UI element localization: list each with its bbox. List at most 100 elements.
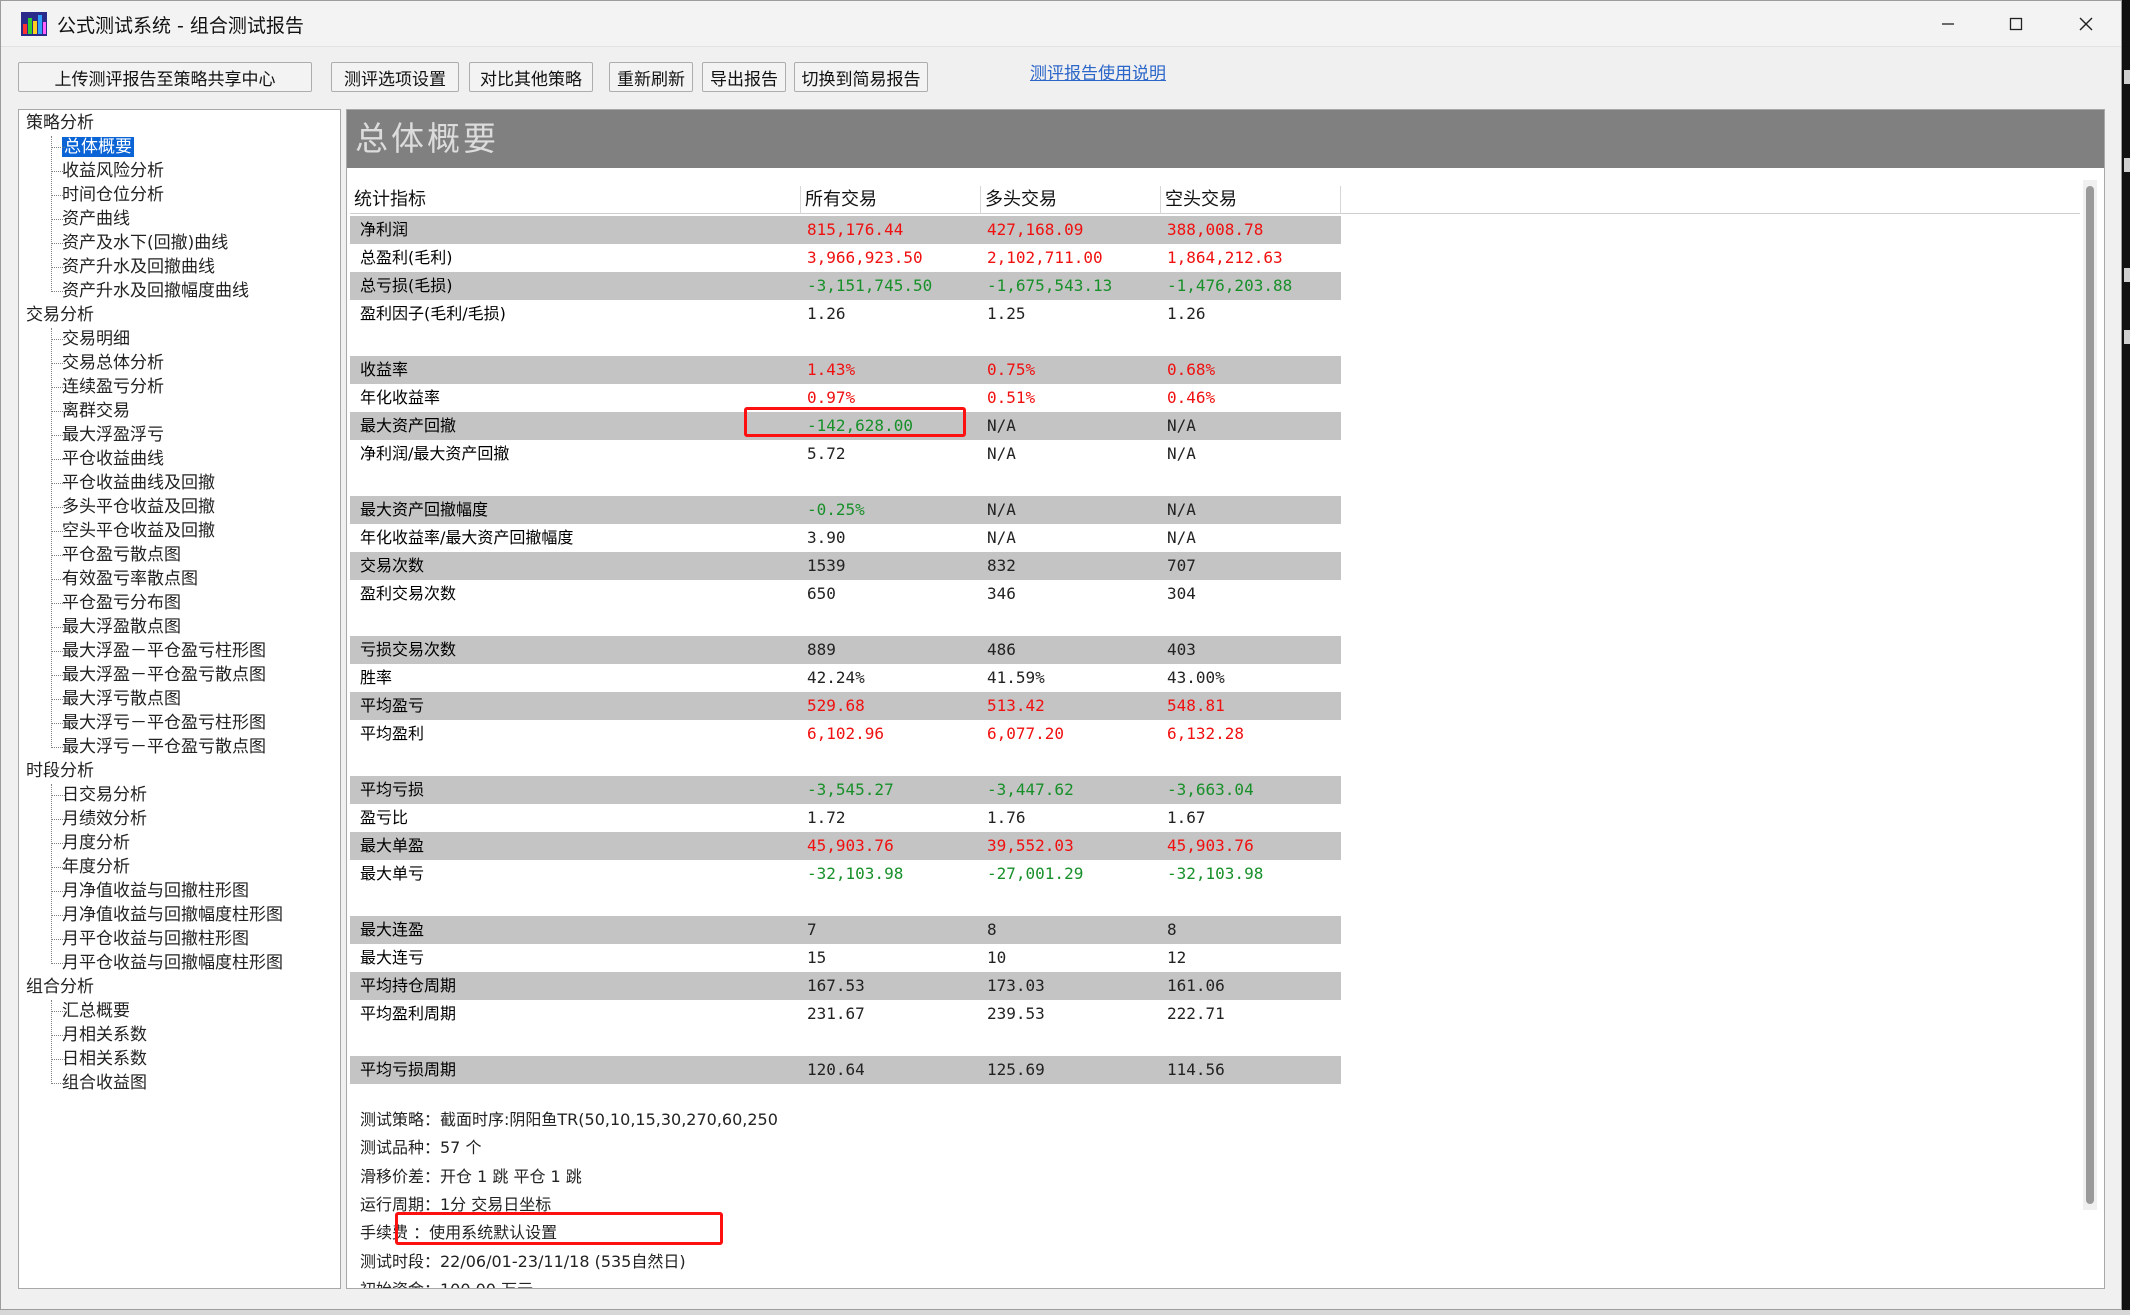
tree-group-3[interactable]: 组合分析 [26, 976, 94, 998]
stats-row: 亏损交易次数 889 486 403 [350, 636, 1341, 664]
test-options-button[interactable]: 测评选项设置 [331, 62, 459, 92]
stats-row: 平均盈亏 529.68 513.42 548.81 [350, 692, 1341, 720]
report-header-bar: 总体概要 [347, 110, 2104, 168]
tree-connector [51, 603, 65, 604]
stat-name: 最大资产回撤 [360, 416, 457, 435]
tree-connector [51, 219, 65, 220]
tree-item[interactable]: 空头平仓收益及回撤 [44, 520, 215, 542]
tree-item[interactable]: 资产升水及回撤幅度曲线 [44, 280, 249, 302]
tree-connector [51, 843, 65, 844]
stat-value-short: 0.46% [1167, 388, 1216, 407]
tree-item[interactable]: 月净值收益与回撤柱形图 [44, 880, 249, 902]
stats-row: 年化收益率/最大资产回撤幅度 3.90 N/A N/A [350, 524, 1341, 552]
stat-value-short: 0.68% [1167, 360, 1216, 379]
stat-value-long: N/A [987, 528, 1016, 547]
tree-item-label: 离群交易 [62, 401, 130, 421]
tree-group-0[interactable]: 策略分析 [26, 112, 94, 134]
compare-strategy-button[interactable]: 对比其他策略 [469, 62, 593, 92]
report-help-link[interactable]: 测评报告使用说明 [1030, 59, 1166, 84]
window-title: 公式测试系统 - 组合测试报告 [57, 15, 304, 37]
tree-item-label: 多头平仓收益及回撤 [62, 497, 215, 517]
stat-value-short: N/A [1167, 416, 1196, 435]
stat-name: 最大资产回撤幅度 [360, 500, 489, 519]
report-window: 公式测试系统 - 组合测试报告 上传测评报告至策略共享中心 测评选项设置 对比其… [0, 0, 2122, 1310]
maximize-button[interactable] [1985, 7, 2047, 41]
close-button[interactable] [2055, 7, 2117, 41]
stat-value-long: 2,102,711.00 [987, 248, 1103, 267]
tree-item-label: 总体概要 [62, 137, 134, 157]
tree-connector [51, 867, 65, 868]
stat-value-long: 486 [987, 640, 1016, 659]
stat-value-short: 707 [1167, 556, 1196, 575]
stat-name: 最大单盈 [360, 836, 425, 855]
upload-report-button[interactable]: 上传测评报告至策略共享中心 [18, 62, 312, 92]
stat-value-short: -3,663.04 [1167, 780, 1254, 799]
tree-connector [51, 579, 65, 580]
stat-value-long: 125.69 [987, 1060, 1045, 1079]
report-scrollbar[interactable] [2083, 180, 2097, 1210]
tree-item[interactable]: 月平仓收益与回撤幅度柱形图 [44, 952, 283, 974]
switch-simple-report-button[interactable]: 切换到简易报告 [794, 62, 928, 92]
stat-value-long: 1.76 [987, 808, 1026, 827]
stat-value-all: -3,151,745.50 [807, 276, 933, 295]
stat-name: 盈利因子(毛利/毛损) [360, 304, 506, 323]
tree-item[interactable]: 平仓收益曲线及回撤 [44, 472, 215, 494]
stats-row: 平均持仓周期 167.53 173.03 161.06 [350, 972, 1341, 1000]
export-report-button[interactable]: 导出报告 [702, 62, 786, 92]
tree-item[interactable]: 资产及水下(回撤)曲线 [44, 232, 228, 254]
tree-connector [51, 147, 65, 148]
tree-item[interactable]: 资产升水及回撤曲线 [44, 256, 215, 278]
tree-item[interactable]: 有效盈亏率散点图 [44, 568, 198, 590]
stat-value-all: 889 [807, 640, 836, 659]
tree-connector [51, 195, 65, 196]
tree-group-2[interactable]: 时段分析 [26, 760, 94, 782]
tree-item[interactable]: 月净值收益与回撤幅度柱形图 [44, 904, 283, 926]
tree-item[interactable]: 最大浮盈－平仓盈亏散点图 [44, 664, 266, 686]
stat-value-all: 7 [807, 920, 817, 939]
stat-value-all: 5.72 [807, 444, 846, 463]
stat-name: 净利润 [360, 220, 409, 239]
tree-connector [51, 627, 65, 628]
stat-name: 交易次数 [360, 556, 425, 575]
stats-row: 最大资产回撤幅度 -0.25% N/A N/A [350, 496, 1341, 524]
tree-item-label: 月绩效分析 [62, 809, 147, 829]
header-long-trades: 多头交易 [981, 186, 1161, 214]
tree-item[interactable]: 最大浮亏－平仓盈亏柱形图 [44, 712, 266, 734]
tree-item[interactable]: 多头平仓收益及回撤 [44, 496, 215, 518]
stat-value-all: 42.24% [807, 668, 865, 687]
tree-group-1[interactable]: 交易分析 [26, 304, 94, 326]
tree-connector [51, 387, 65, 388]
stat-name: 胜率 [360, 668, 393, 687]
stat-value-short: 114.56 [1167, 1060, 1225, 1079]
stats-table-header: 统计指标 所有交易 多头交易 空头交易 [350, 186, 2080, 214]
tree-connector [51, 819, 65, 820]
tree-connector [51, 531, 65, 532]
stat-name: 总亏损(毛损) [360, 276, 453, 295]
analysis-tree: 策略分析 总体概要 收益风险分析 时间仓位分析 资产曲线 资产及水下(回撤)曲线 资产升水及… [18, 109, 341, 1289]
report-panel: 总体概要 统计指标 所有交易 多头交易 空头交易 净利润 815,176.44 42… [346, 109, 2105, 1289]
refresh-button[interactable]: 重新刷新 [609, 62, 693, 92]
stat-value-all: 45,903.76 [807, 836, 894, 855]
minimize-button[interactable] [1917, 7, 1979, 41]
tree-item-label: 最大浮盈浮亏 [62, 425, 164, 445]
tree-item-label: 年度分析 [62, 857, 130, 877]
stat-value-long: 0.75% [987, 360, 1036, 379]
stats-row: 净利润 815,176.44 427,168.09 388,008.78 [350, 216, 1341, 244]
tree-item[interactable]: 最大浮盈－平仓盈亏柱形图 [44, 640, 266, 662]
tree-item-label: 月平仓收益与回撤柱形图 [62, 929, 249, 949]
tree-item[interactable]: 月平仓收益与回撤柱形图 [44, 928, 249, 950]
stat-name: 收益率 [360, 360, 409, 379]
stat-name: 最大连亏 [360, 948, 425, 967]
stat-value-short: N/A [1167, 444, 1196, 463]
stat-value-long: 427,168.09 [987, 220, 1084, 239]
tree-item-label: 最大浮盈－平仓盈亏散点图 [62, 665, 266, 685]
scrollbar-thumb[interactable] [2086, 186, 2094, 1204]
stat-value-short: N/A [1167, 528, 1196, 547]
stat-value-all: 231.67 [807, 1004, 865, 1023]
stats-row: 最大连亏 15 10 12 [350, 944, 1341, 972]
stats-row: 最大连盈 7 8 8 [350, 916, 1341, 944]
stat-value-all: 1.72 [807, 808, 846, 827]
header-short-trades: 空头交易 [1161, 186, 1341, 214]
tree-item[interactable]: 最大浮亏－平仓盈亏散点图 [44, 736, 266, 758]
tree-connector [51, 795, 65, 796]
